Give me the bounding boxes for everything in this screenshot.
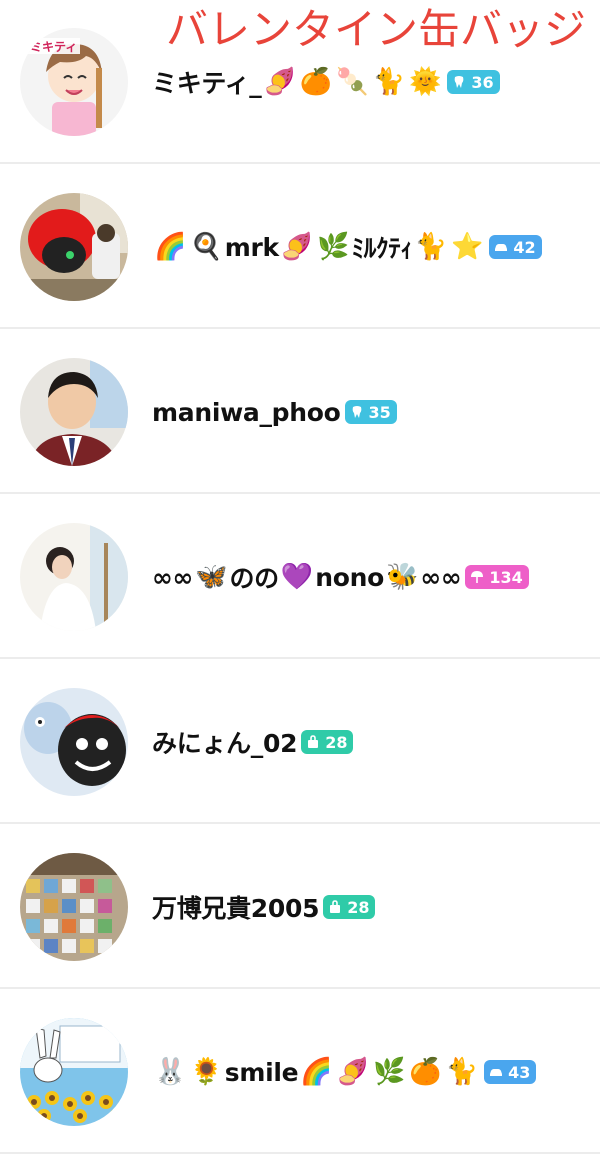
badge-count: 28: [325, 732, 348, 752]
bee-emoji: 🐝: [385, 562, 419, 592]
level-badge: 36: [447, 70, 500, 94]
level-badge: 28: [323, 895, 376, 919]
avatar-mikity-illustration[interactable]: ミキティ: [20, 28, 128, 136]
user-row[interactable]: 万博兄貴2005 28: [0, 825, 600, 989]
badge-count: 28: [347, 897, 370, 917]
sweet-potato-emoji: 🍠: [280, 232, 314, 262]
user-name-line[interactable]: 🌈 🍳 mrk 🍠 🌿 ﾐﾙｸﾃｨ 🐈 ⭐ 42: [152, 225, 542, 269]
tooth-icon: [452, 75, 471, 89]
avatar-red-mascot-photo[interactable]: [20, 193, 128, 301]
tooth-icon: [350, 405, 369, 419]
user-row[interactable]: 🐰 🌻 smile 🌈 🍠 🌿 🍊 🐈 43: [0, 990, 600, 1154]
user-name-line[interactable]: maniwa_phoo 35: [152, 390, 397, 434]
user-row[interactable]: maniwa_phoo 35: [0, 330, 600, 494]
svg-text:ミキティ: ミキティ: [30, 40, 77, 54]
level-badge: 42: [489, 235, 542, 259]
user-name-text: smile: [224, 1057, 299, 1087]
cat-emoji: 🐈: [372, 67, 406, 97]
user-name-text: 万博兄貴2005: [152, 894, 320, 923]
frying-pan-egg-emoji: 🍳: [190, 232, 223, 262]
user-name-text: みにょん_02: [152, 729, 298, 758]
bag-icon: [328, 900, 347, 914]
level-badge: 28: [301, 730, 354, 754]
user-name-text: maniwa_phoo: [152, 397, 341, 427]
user-name-text: ﾐﾙｸﾃｨ: [351, 234, 413, 263]
badge-count: 35: [368, 402, 391, 422]
bag-icon: [306, 735, 325, 749]
user-name-text: ∞∞: [420, 562, 462, 592]
avatar-woman-photo[interactable]: [20, 523, 128, 631]
user-name-line[interactable]: 🐰 🌻 smile 🌈 🍠 🌿 🍊 🐈 43: [152, 1050, 537, 1094]
umbrella-icon: [470, 570, 489, 584]
user-row[interactable]: みにょん_02 28: [0, 660, 600, 824]
rainbow-emoji: 🌈: [300, 1057, 333, 1087]
user-name-text: のの: [229, 564, 279, 593]
rabbit-emoji: 🐰: [154, 1057, 187, 1087]
rainbow-emoji: 🌈: [154, 232, 187, 262]
cat-emoji: 🐈: [445, 1057, 479, 1087]
overlay-title: バレンタイン缶バッジ: [165, 5, 586, 54]
level-badge: 134: [465, 565, 529, 589]
user-row[interactable]: 🌈 🍳 mrk 🍠 🌿 ﾐﾙｸﾃｨ 🐈 ⭐ 42: [0, 165, 600, 329]
level-badge: 43: [484, 1060, 537, 1084]
avatar-mascots-photo[interactable]: [20, 688, 128, 796]
badge-count: 42: [513, 237, 536, 257]
avatar-collection-photo[interactable]: [20, 853, 128, 961]
cat-emoji: 🐈: [414, 232, 447, 262]
tangerine-emoji: 🍊: [409, 1057, 442, 1087]
user-name-text: ミキティ_: [152, 69, 262, 98]
badge-count: 134: [489, 567, 523, 587]
sun-face-emoji: 🌞: [409, 67, 442, 97]
badge-count: 36: [471, 72, 494, 92]
avatar-man-portrait-photo[interactable]: [20, 358, 128, 466]
star-emoji: ⭐: [451, 232, 484, 262]
sweet-potato-emoji: 🍠: [263, 67, 296, 97]
car-icon: [489, 1065, 508, 1079]
user-name-line[interactable]: 万博兄貴2005 28: [152, 885, 376, 929]
herb-emoji: 🌿: [373, 1057, 406, 1087]
car-icon: [494, 240, 513, 254]
user-name-text: ∞∞: [152, 562, 194, 592]
tangerine-emoji: 🍊: [299, 67, 333, 97]
user-row[interactable]: ∞∞ 🦋 のの 💜 nono 🐝 ∞∞ 134: [0, 495, 600, 659]
user-name-text: nono: [315, 562, 384, 592]
purple-heart-emoji: 💜: [280, 562, 314, 592]
herb-emoji: 🌿: [317, 232, 350, 262]
butterfly-emoji: 🦋: [195, 562, 228, 592]
sunflower-emoji: 🌻: [190, 1057, 223, 1087]
user-name-line[interactable]: ∞∞ 🦋 のの 💜 nono 🐝 ∞∞ 134: [152, 555, 529, 599]
user-name-line[interactable]: ミキティ_ 🍠 🍊 🍡 🐈 🌞 36: [152, 60, 500, 104]
user-name-text: mrk: [224, 232, 279, 262]
sweet-potato-emoji: 🍠: [336, 1057, 370, 1087]
dango-emoji: 🍡: [336, 67, 369, 97]
user-name-line[interactable]: みにょん_02 28: [152, 720, 354, 764]
level-badge: 35: [344, 400, 397, 424]
avatar-rabbit-sunflower-illustration[interactable]: [20, 1018, 128, 1126]
badge-count: 43: [508, 1062, 531, 1082]
